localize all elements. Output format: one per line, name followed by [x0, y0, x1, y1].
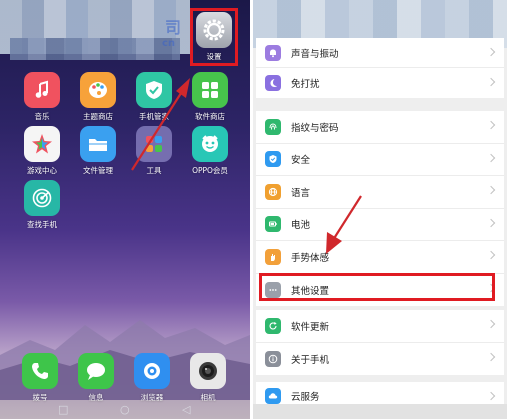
recent-apps-icon[interactable]: □ — [58, 403, 68, 416]
camera-lens-icon — [190, 353, 226, 389]
app-dialer[interactable]: 拨号 — [17, 353, 63, 403]
navigation-bar: □ ○ ◁ — [0, 400, 250, 419]
app-browser[interactable]: 浏览器 — [129, 353, 175, 403]
settings-screen: 声音与振动 免打扰 指纹与密码 安全 语言 电池 手势体感 其他设置 软件更新 … — [253, 0, 507, 419]
app-camera[interactable]: 相机 — [185, 353, 231, 403]
home-icon[interactable]: ○ — [120, 403, 130, 416]
chat-bubble-icon — [78, 353, 114, 389]
navigation-bar — [253, 404, 507, 419]
back-icon[interactable]: ◁ — [182, 403, 190, 416]
app-messages[interactable]: 信息 — [73, 353, 119, 403]
phone-icon — [22, 353, 58, 389]
globe-icon — [134, 353, 170, 389]
annotation-arrow-other-settings — [326, 195, 362, 254]
home-screen: 司 cn 设置 音乐 主题商店 手机管家 软件商店 游戏中心 文件管理 工具 O… — [0, 0, 250, 419]
